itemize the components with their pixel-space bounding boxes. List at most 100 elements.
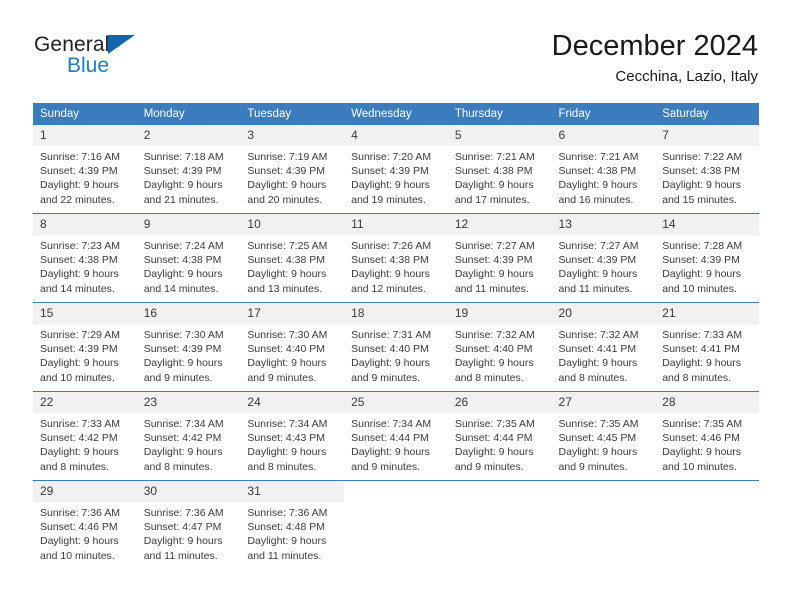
sunset-text: Sunset: 4:39 PM bbox=[247, 165, 326, 178]
daylight-text-line2: and 9 minutes. bbox=[351, 460, 420, 473]
daylight-text-line2: and 11 minutes. bbox=[143, 549, 218, 562]
daylight-text-line1: Daylight: 9 hours bbox=[247, 446, 327, 459]
daylight-text-line2: and 8 minutes. bbox=[558, 371, 628, 384]
daylight-text-line2: and 19 minutes. bbox=[351, 193, 426, 206]
sunset-text: Sunset: 4:38 PM bbox=[351, 254, 429, 267]
weekday-header-sunday: Sunday bbox=[33, 103, 137, 125]
daylight-text-line1: Daylight: 9 hours bbox=[558, 357, 638, 370]
day-number: 6 bbox=[551, 125, 656, 146]
calendar-body: 1 Sunrise: 7:16 AM Sunset: 4:39 PM Daylight… bbox=[33, 125, 759, 569]
daylight-text-line2: and 9 minutes. bbox=[247, 371, 317, 384]
calendar-day-cell[interactable]: 23 Sunrise: 7:34 AM Sunset: 4:42 PM Dayligh… bbox=[136, 391, 241, 481]
day-details: Sunrise: 7:35 AM Sunset: 4:44 PM Daylight:… bbox=[448, 413, 552, 474]
sunset-text: Sunset: 4:38 PM bbox=[662, 165, 740, 178]
day-number: 3 bbox=[240, 125, 345, 146]
calendar-day-cell[interactable]: 11 Sunrise: 7:26 AM Sunset: 4:38 PM Dayligh… bbox=[344, 213, 448, 303]
calendar-day-cell[interactable]: 5 Sunrise: 7:21 AM Sunset: 4:38 PM Daylight… bbox=[447, 125, 552, 214]
sunrise-text: Sunrise: 7:25 AM bbox=[247, 240, 328, 252]
calendar-day-cell[interactable]: 3 Sunrise: 7:19 AM Sunset: 4:39 PM Daylight… bbox=[240, 125, 345, 214]
weekday-header-friday: Friday bbox=[551, 103, 656, 125]
day-number: 18 bbox=[344, 303, 448, 324]
day-details: Sunrise: 7:24 AM Sunset: 4:38 PM Daylight:… bbox=[137, 235, 241, 296]
calendar-day-cell[interactable]: 10 Sunrise: 7:25 AM Sunset: 4:38 PM Dayligh… bbox=[240, 213, 345, 303]
calendar-day-cell[interactable]: 7 Sunrise: 7:22 AM Sunset: 4:38 PM Daylight… bbox=[655, 125, 759, 214]
calendar-day-cell[interactable]: 8 Sunrise: 7:23 AM Sunset: 4:38 PM Daylight… bbox=[33, 213, 137, 303]
daylight-text-line1: Daylight: 9 hours bbox=[40, 535, 119, 548]
day-number: 16 bbox=[136, 303, 241, 324]
daylight-text-line2: and 14 minutes. bbox=[40, 282, 115, 295]
sunset-text: Sunset: 4:39 PM bbox=[662, 254, 740, 267]
sunset-text: Sunset: 4:42 PM bbox=[40, 432, 118, 445]
daylight-text-line2: and 10 minutes. bbox=[40, 371, 115, 384]
calendar-day-cell[interactable]: 16 Sunrise: 7:30 AM Sunset: 4:39 PM Dayligh… bbox=[136, 302, 241, 392]
calendar-day-cell[interactable]: 15 Sunrise: 7:29 AM Sunset: 4:39 PM Dayligh… bbox=[33, 302, 137, 392]
sunset-text: Sunset: 4:39 PM bbox=[143, 165, 222, 178]
day-number: 29 bbox=[33, 481, 137, 502]
day-number: 2 bbox=[136, 125, 241, 146]
sunset-text: Sunset: 4:42 PM bbox=[143, 432, 222, 445]
calendar-day-cell[interactable]: 25 Sunrise: 7:34 AM Sunset: 4:44 PM Dayligh… bbox=[344, 391, 448, 481]
calendar-day-cell[interactable]: 24 Sunrise: 7:34 AM Sunset: 4:43 PM Dayligh… bbox=[240, 391, 345, 481]
daylight-text-line1: Daylight: 9 hours bbox=[143, 268, 223, 281]
calendar-day-cell[interactable]: 26 Sunrise: 7:35 AM Sunset: 4:44 PM Dayligh… bbox=[447, 391, 552, 481]
sunset-text: Sunset: 4:38 PM bbox=[558, 165, 637, 178]
sunrise-text: Sunrise: 7:34 AM bbox=[351, 418, 432, 430]
daylight-text-line1: Daylight: 9 hours bbox=[454, 446, 534, 459]
calendar-day-cell[interactable]: 31 Sunrise: 7:36 AM Sunset: 4:48 PM Dayligh… bbox=[240, 480, 345, 569]
calendar-day-cell[interactable]: 28 Sunrise: 7:35 AM Sunset: 4:46 PM Dayligh… bbox=[655, 391, 759, 481]
page-header: General Blue December 2024 Cecchina, Laz… bbox=[0, 0, 792, 100]
day-details: Sunrise: 7:35 AM Sunset: 4:45 PM Daylight:… bbox=[552, 413, 656, 474]
daylight-text-line1: Daylight: 9 hours bbox=[143, 446, 223, 459]
daylight-text-line1: Daylight: 9 hours bbox=[351, 179, 430, 192]
calendar-day-cell[interactable]: 17 Sunrise: 7:30 AM Sunset: 4:40 PM Dayligh… bbox=[240, 302, 345, 392]
day-number: 8 bbox=[33, 214, 137, 235]
sunset-text: Sunset: 4:39 PM bbox=[351, 165, 429, 178]
day-number: 28 bbox=[655, 392, 759, 413]
calendar-day-cell[interactable]: 4 Sunrise: 7:20 AM Sunset: 4:39 PM Daylight… bbox=[344, 125, 448, 214]
day-details: Sunrise: 7:35 AM Sunset: 4:46 PM Daylight:… bbox=[655, 413, 759, 474]
calendar-day-cell[interactable]: 2 Sunrise: 7:18 AM Sunset: 4:39 PM Daylight… bbox=[136, 125, 241, 214]
calendar-day-cell[interactable]: 21 Sunrise: 7:33 AM Sunset: 4:41 PM Dayligh… bbox=[655, 302, 759, 392]
sunrise-text: Sunrise: 7:32 AM bbox=[454, 329, 535, 341]
calendar-day-cell[interactable]: 20 Sunrise: 7:32 AM Sunset: 4:41 PM Dayligh… bbox=[551, 302, 656, 392]
daylight-text-line2: and 8 minutes. bbox=[143, 460, 213, 473]
calendar-day-cell[interactable]: 19 Sunrise: 7:32 AM Sunset: 4:40 PM Dayligh… bbox=[447, 302, 552, 392]
calendar-day-cell[interactable]: 13 Sunrise: 7:27 AM Sunset: 4:39 PM Dayligh… bbox=[551, 213, 656, 303]
calendar-day-cell[interactable]: 14 Sunrise: 7:28 AM Sunset: 4:39 PM Dayligh… bbox=[655, 213, 759, 303]
day-number: 21 bbox=[655, 303, 759, 324]
day-number: 1 bbox=[33, 125, 137, 146]
calendar-page: General Blue December 2024 Cecchina, Laz… bbox=[0, 0, 792, 612]
daylight-text-line2: and 20 minutes. bbox=[247, 193, 323, 206]
brand-logo[interactable]: General Blue bbox=[34, 34, 264, 84]
day-details: Sunrise: 7:36 AM Sunset: 4:48 PM Daylight:… bbox=[240, 502, 344, 563]
day-number: 13 bbox=[551, 214, 656, 235]
day-number: 4 bbox=[344, 125, 448, 146]
sunrise-text: Sunrise: 7:19 AM bbox=[247, 151, 328, 163]
sunset-text: Sunset: 4:40 PM bbox=[454, 343, 533, 356]
daylight-text-line2: and 8 minutes. bbox=[662, 371, 732, 384]
calendar-day-cell[interactable]: 27 Sunrise: 7:35 AM Sunset: 4:45 PM Dayligh… bbox=[551, 391, 656, 481]
sunrise-text: Sunrise: 7:36 AM bbox=[40, 507, 120, 519]
calendar-day-cell[interactable]: 1 Sunrise: 7:16 AM Sunset: 4:39 PM Daylight… bbox=[33, 125, 137, 214]
day-number: 5 bbox=[447, 125, 552, 146]
calendar-day-cell[interactable]: 9 Sunrise: 7:24 AM Sunset: 4:38 PM Daylight… bbox=[136, 213, 241, 303]
calendar-day-cell[interactable]: 30 Sunrise: 7:36 AM Sunset: 4:47 PM Dayligh… bbox=[136, 480, 241, 569]
day-details: Sunrise: 7:34 AM Sunset: 4:44 PM Daylight:… bbox=[344, 413, 448, 474]
sunrise-text: Sunrise: 7:24 AM bbox=[143, 240, 224, 252]
sunrise-text: Sunrise: 7:30 AM bbox=[143, 329, 224, 341]
calendar-day-cell[interactable]: 22 Sunrise: 7:33 AM Sunset: 4:42 PM Dayligh… bbox=[33, 391, 137, 481]
day-number: 20 bbox=[551, 303, 656, 324]
calendar-day-cell[interactable]: 29 Sunrise: 7:36 AM Sunset: 4:46 PM Dayligh… bbox=[33, 480, 137, 569]
calendar-day-cell[interactable]: 6 Sunrise: 7:21 AM Sunset: 4:38 PM Daylight… bbox=[551, 125, 656, 214]
calendar-day-cell[interactable]: 18 Sunrise: 7:31 AM Sunset: 4:40 PM Dayligh… bbox=[344, 302, 448, 392]
sunset-text: Sunset: 4:44 PM bbox=[454, 432, 533, 445]
day-number: 24 bbox=[240, 392, 345, 413]
day-details: Sunrise: 7:30 AM Sunset: 4:40 PM Daylight:… bbox=[240, 324, 344, 385]
calendar-day-cell[interactable]: 12 Sunrise: 7:27 AM Sunset: 4:39 PM Dayligh… bbox=[447, 213, 552, 303]
sunrise-text: Sunrise: 7:16 AM bbox=[40, 151, 120, 163]
day-number bbox=[551, 481, 656, 502]
daylight-text-line1: Daylight: 9 hours bbox=[454, 268, 534, 281]
daylight-text-line2: and 14 minutes. bbox=[143, 282, 219, 295]
sunrise-text: Sunrise: 7:20 AM bbox=[351, 151, 432, 163]
day-details: Sunrise: 7:21 AM Sunset: 4:38 PM Daylight:… bbox=[552, 146, 656, 207]
